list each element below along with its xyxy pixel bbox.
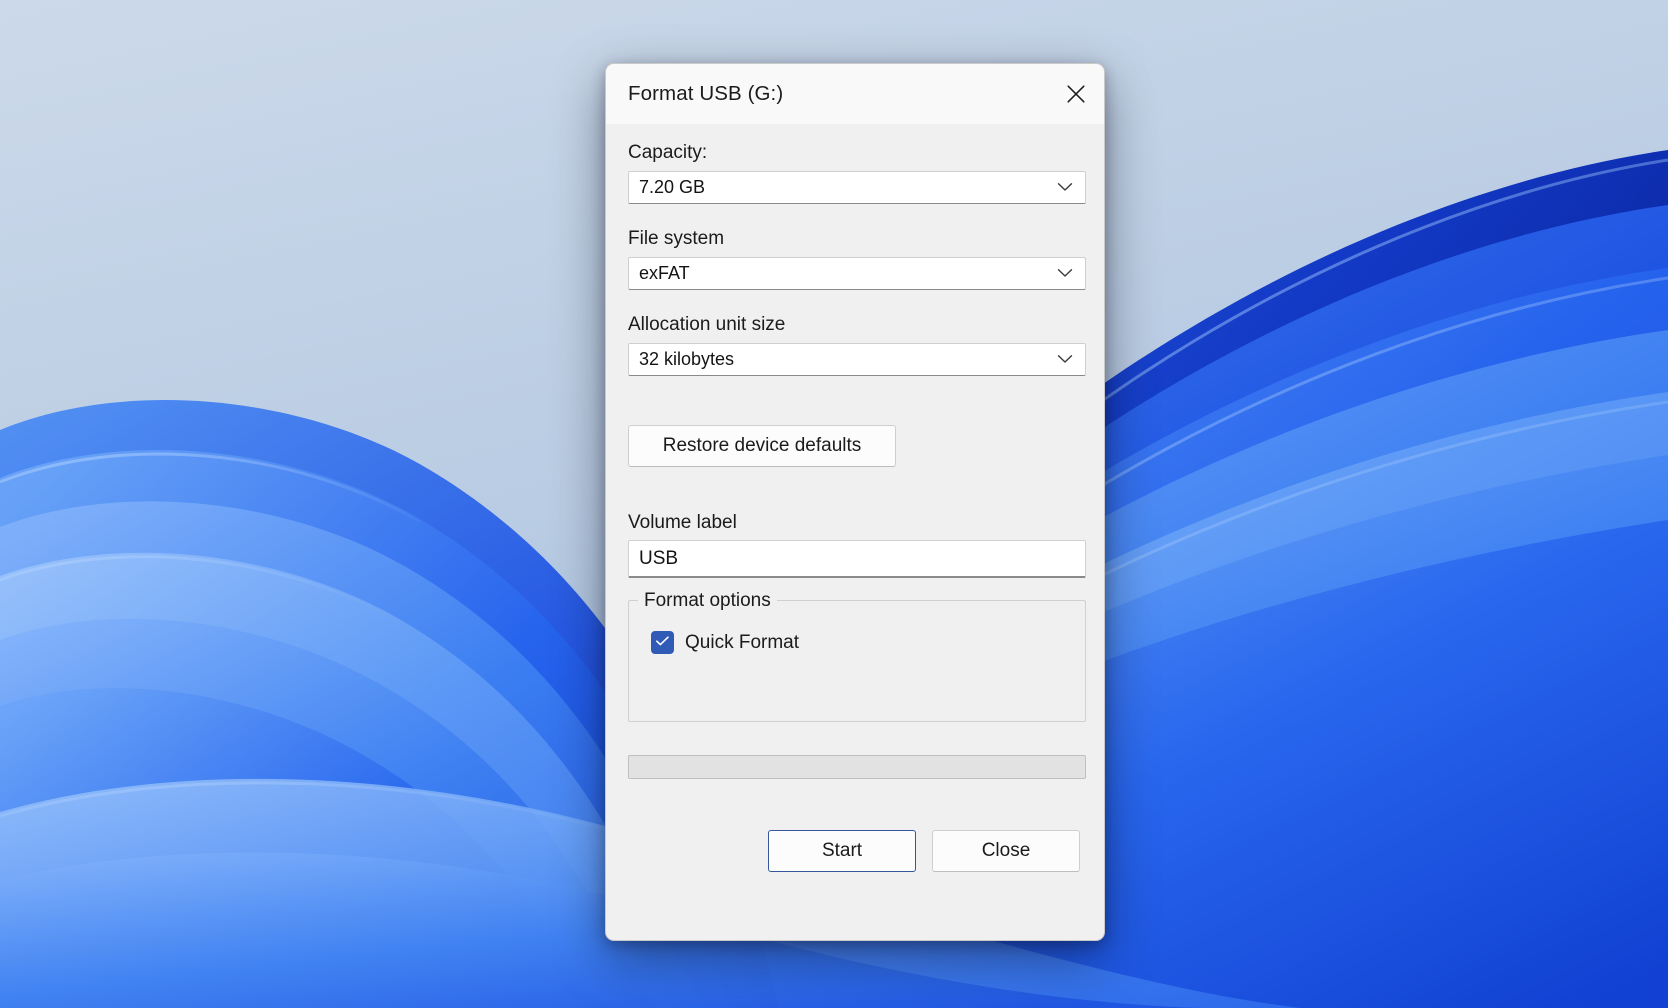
- format-progress-bar: [628, 755, 1086, 780]
- file-system-value: exFAT: [639, 262, 690, 283]
- capacity-value: 7.20 GB: [639, 176, 706, 197]
- dialog-titlebar[interactable]: Format USB (G:): [606, 64, 1104, 124]
- capacity-label: Capacity:: [628, 142, 708, 163]
- close-icon: [1065, 83, 1087, 105]
- dialog-title: Format USB (G:): [628, 82, 784, 105]
- format-options-legend: Format options: [638, 589, 777, 614]
- restore-device-defaults-button[interactable]: Restore device defaults: [628, 424, 896, 467]
- format-options-group: Format options Quick Format: [628, 589, 1086, 723]
- start-button[interactable]: Start: [768, 830, 916, 872]
- dialog-body: Capacity: 7.20 GB File system exFAT Allo…: [606, 124, 1104, 940]
- allocation-unit-size-label: Allocation unit size: [628, 313, 786, 335]
- close-button[interactable]: [1052, 64, 1100, 124]
- chevron-down-icon: [1057, 182, 1079, 192]
- close-dialog-button[interactable]: Close: [932, 830, 1080, 872]
- capacity-select[interactable]: 7.20 GB: [628, 170, 1086, 204]
- chevron-down-icon: [1057, 268, 1079, 278]
- file-system-select[interactable]: exFAT: [628, 256, 1086, 290]
- quick-format-checkbox[interactable]: [651, 631, 674, 655]
- format-dialog: Format USB (G:) Capacity: 7.20 GB File s…: [605, 63, 1105, 941]
- checkmark-icon: [655, 634, 670, 652]
- dialog-footer: Start Close: [628, 830, 1082, 940]
- quick-format-label: Quick Format: [685, 631, 800, 653]
- volume-label-input[interactable]: [628, 540, 1086, 579]
- quick-format-checkbox-row[interactable]: Quick Format: [651, 631, 800, 655]
- allocation-unit-size-value: 32 kilobytes: [639, 348, 735, 369]
- file-system-label: File system: [628, 227, 725, 249]
- chevron-down-icon: [1057, 354, 1079, 364]
- volume-label-label: Volume label: [628, 511, 737, 533]
- allocation-unit-size-select[interactable]: 32 kilobytes: [628, 342, 1086, 376]
